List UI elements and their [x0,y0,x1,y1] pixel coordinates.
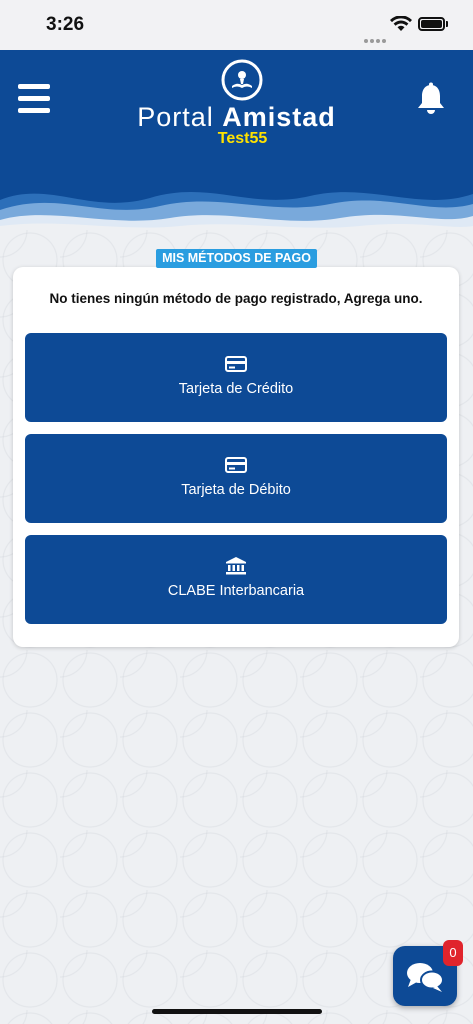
status-bar: 3:26 [0,0,473,50]
add-debit-card-button[interactable]: Tarjeta de Débito [25,434,447,523]
chat-unread-count: 0 [443,940,463,966]
payment-methods-card: No tienes ningún método de pago registra… [13,267,459,647]
credit-card-icon [225,356,247,372]
chat-button[interactable]: 0 [393,940,463,1006]
clabe-label: CLABE Interbancaria [167,583,305,599]
battery-tip [446,21,448,27]
wifi-icon [390,16,412,31]
battery-icon [418,17,445,31]
status-time: 3:26 [46,14,85,35]
brand-bold: Amistad [222,102,336,132]
add-clabe-button[interactable]: CLABE Interbancaria [25,535,447,624]
app-header: Portal Amistad Test55 [0,50,473,230]
bank-icon [226,557,246,575]
signal-dots-icon [364,28,388,47]
brand-title: Portal Amistad [0,102,473,133]
debit-card-label: Tarjeta de Débito [181,482,291,498]
empty-state-message: No tienes ningún método de pago registra… [49,291,423,306]
portal-amistad-logo-icon [221,59,263,101]
add-credit-card-button[interactable]: Tarjeta de Crédito [25,333,447,422]
bell-icon[interactable] [416,82,446,116]
header-waves [0,192,473,230]
debit-card-icon [225,457,247,473]
section-title-badge: MIS MÉTODOS DE PAGO [156,249,317,268]
home-indicator [152,1009,322,1014]
brand-light: Portal [137,102,214,132]
chat-bubbles-icon [407,963,444,992]
credit-card-label: Tarjeta de Crédito [178,381,294,397]
environment-label: Test55 [217,130,268,147]
